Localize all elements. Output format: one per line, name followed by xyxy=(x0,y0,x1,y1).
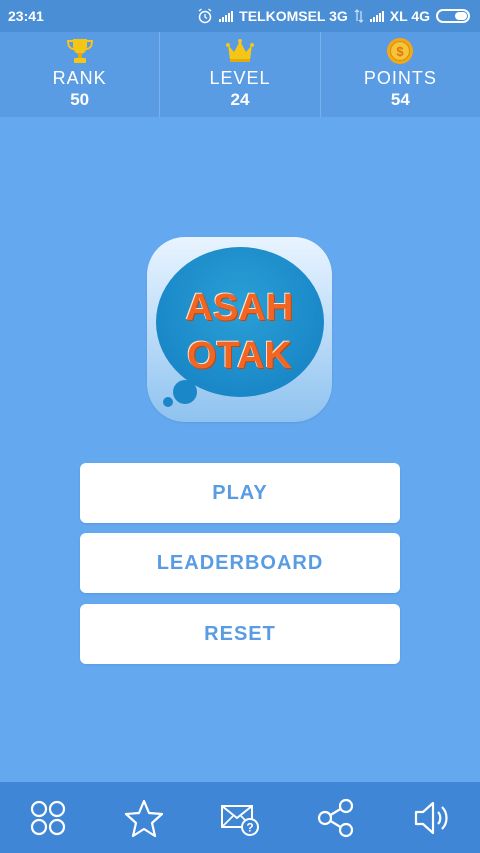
stat-level: LEVEL 24 xyxy=(159,32,319,117)
logo-bubble-tail-small xyxy=(163,397,173,407)
stats-bar: RANK 50 LEVEL 24 $ POINTS 54 xyxy=(0,32,480,117)
stat-points: $ POINTS 54 xyxy=(319,32,480,117)
logo-text-line2: OTAK xyxy=(187,335,292,377)
logo-bubble-tail xyxy=(173,380,197,404)
stat-rank-value: 50 xyxy=(70,90,90,109)
stat-level-value: 24 xyxy=(230,90,250,109)
battery-icon xyxy=(436,9,470,23)
share-icon xyxy=(317,798,354,837)
coin-icon: $ xyxy=(387,38,414,64)
carrier-1: TELKOMSEL 3G xyxy=(239,8,348,24)
svg-text:$: $ xyxy=(397,44,405,59)
status-time: 23:41 xyxy=(8,8,44,24)
status-indicators: TELKOMSEL 3G XL 4G xyxy=(197,8,470,24)
sound-icon xyxy=(414,801,448,834)
leaderboard-button[interactable]: LEADERBOARD xyxy=(80,533,400,593)
mail-help-icon: ? xyxy=(221,804,259,836)
sound-button[interactable] xyxy=(406,792,458,844)
carrier-2: XL 4G xyxy=(389,8,430,24)
alarm-icon xyxy=(198,8,212,24)
play-button[interactable]: PLAY xyxy=(80,463,400,523)
logo-text-line1: ASAH xyxy=(185,287,294,329)
stat-points-value: 54 xyxy=(390,90,410,109)
signal-icon xyxy=(219,10,234,22)
feedback-button[interactable]: ? xyxy=(214,792,266,844)
stat-points-label: POINTS xyxy=(363,68,437,88)
reset-button[interactable]: RESET xyxy=(80,604,400,664)
bottom-nav: ? xyxy=(0,782,480,853)
data-arrows-icon xyxy=(354,9,364,23)
stat-rank: RANK 50 xyxy=(0,32,159,117)
more-apps-button[interactable] xyxy=(22,792,74,844)
signal-icon xyxy=(369,10,384,22)
more-apps-icon xyxy=(30,800,66,835)
stat-level-label: LEVEL xyxy=(209,68,271,88)
crown-icon xyxy=(225,39,254,62)
svg-text:?: ? xyxy=(246,820,253,834)
status-bar: 23:41 TELKOMSEL 3G XL 4G xyxy=(0,0,480,32)
rate-button[interactable] xyxy=(118,792,170,844)
app-logo: ASAH OTAK xyxy=(147,237,332,422)
trophy-icon xyxy=(66,39,93,63)
stat-rank-label: RANK xyxy=(52,68,107,88)
star-icon xyxy=(124,799,164,837)
share-button[interactable] xyxy=(310,792,362,844)
